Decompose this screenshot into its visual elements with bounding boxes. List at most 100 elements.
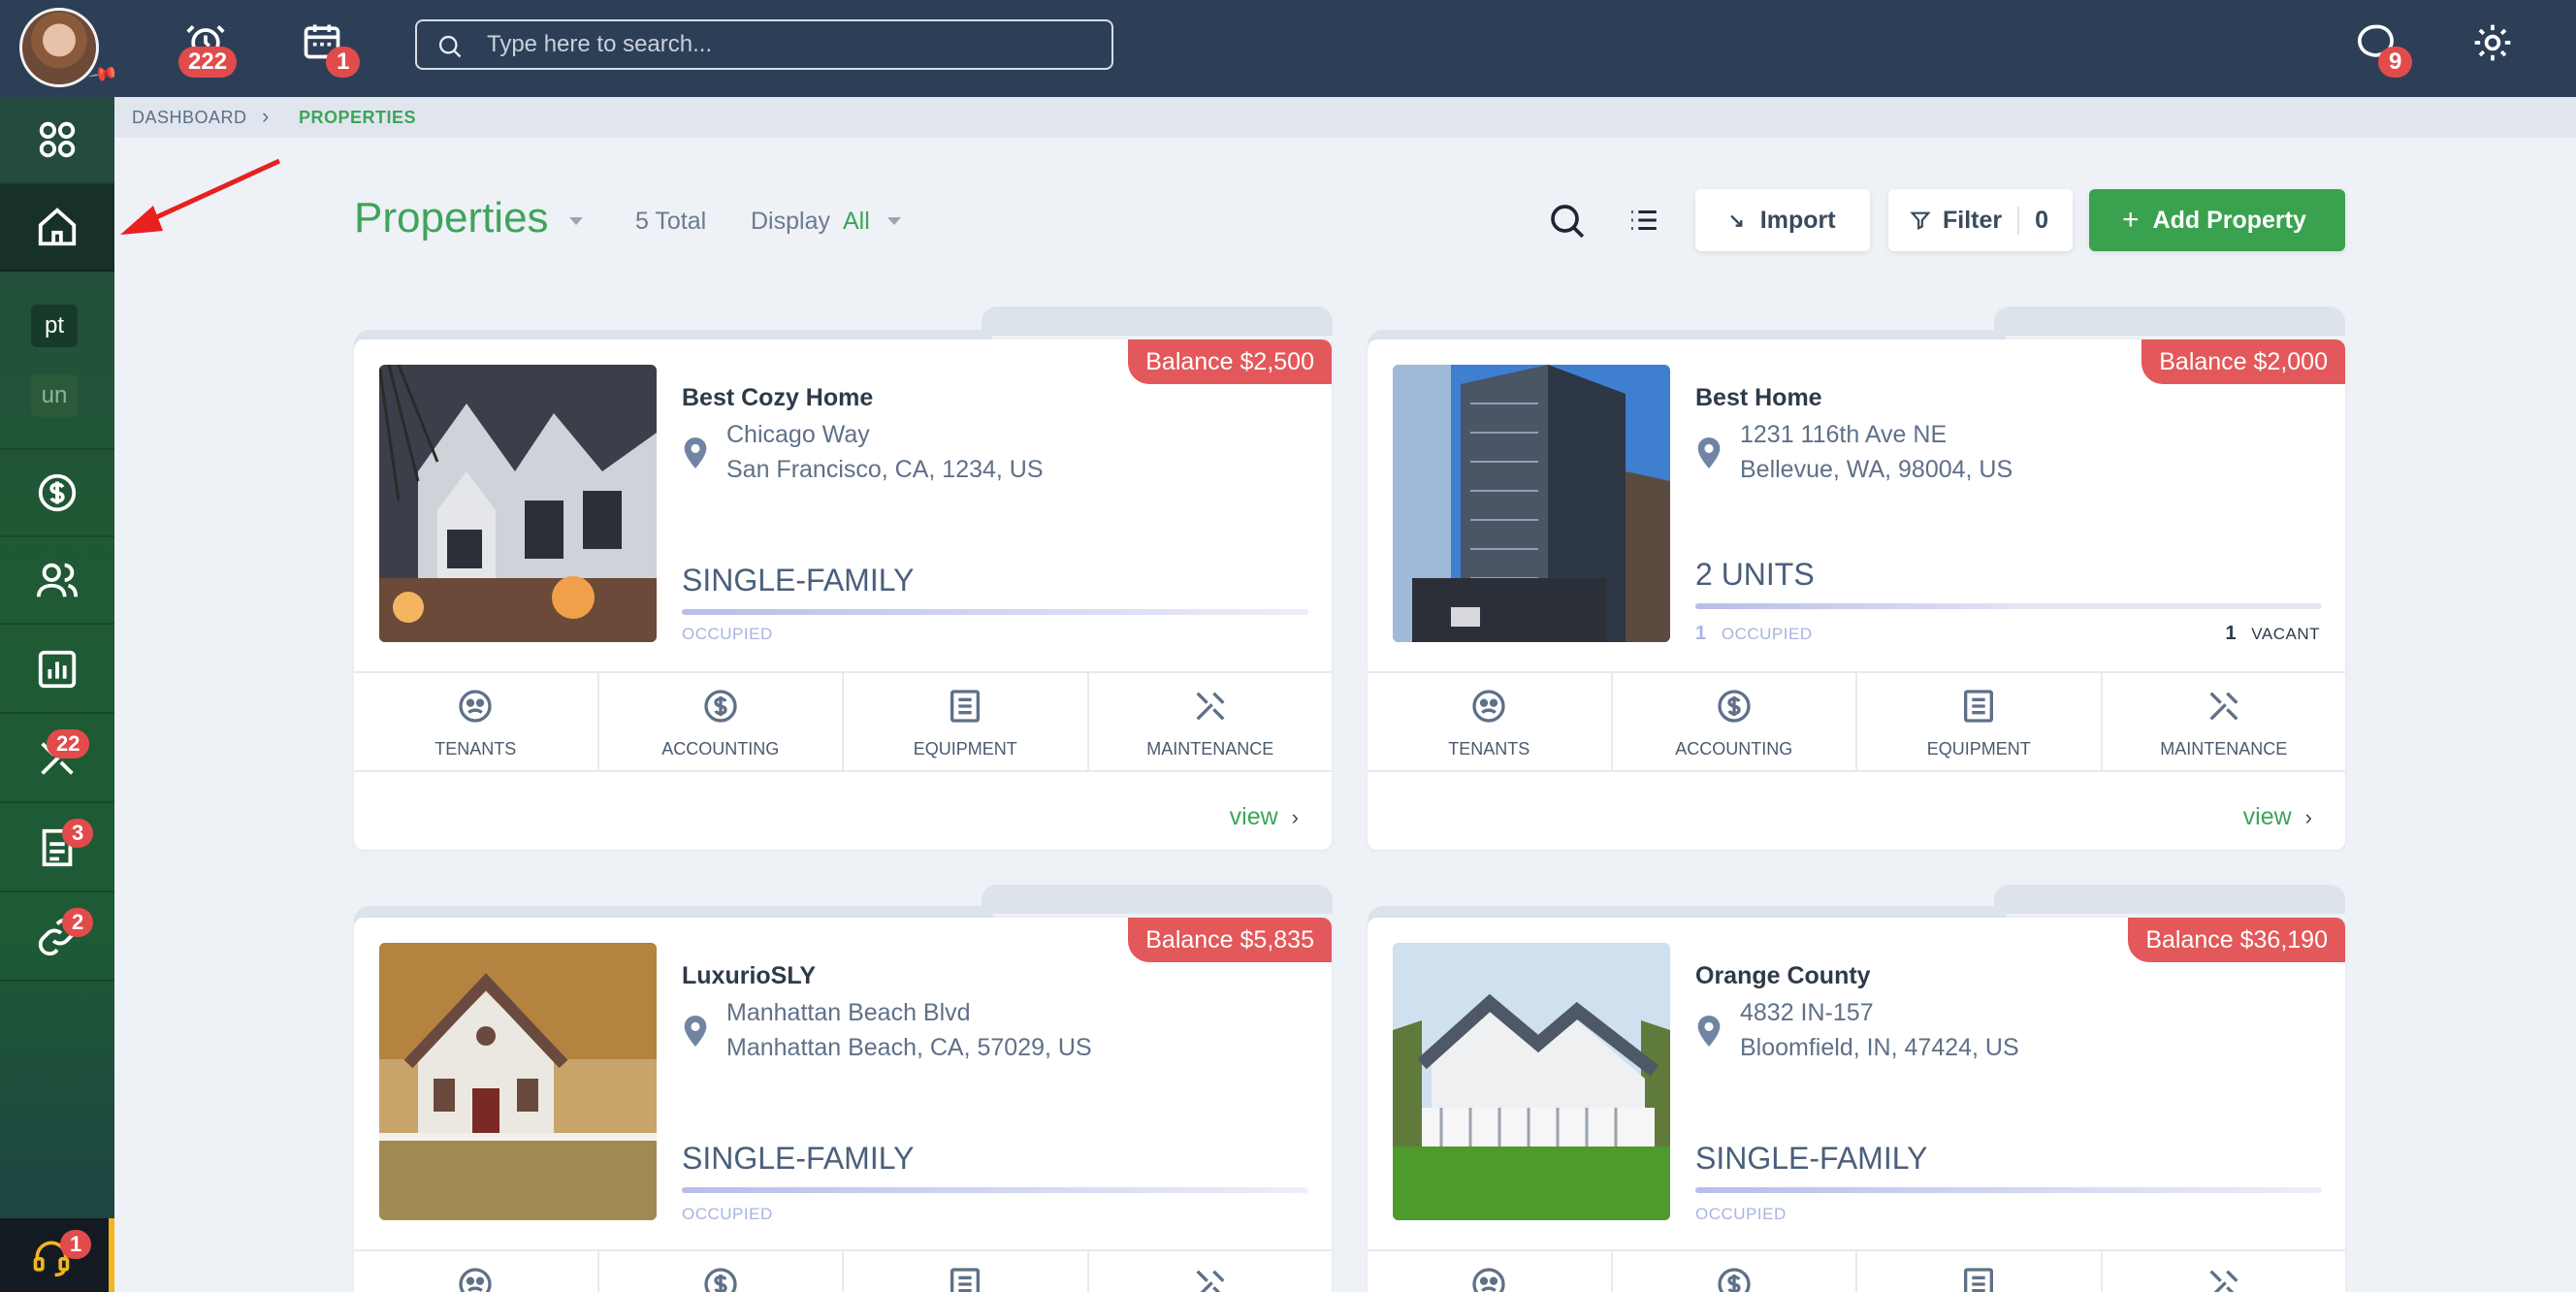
sidebar-item-accounting[interactable] <box>0 450 114 537</box>
equipment-list-icon <box>1964 690 1994 723</box>
tools-icon <box>1196 1270 1225 1292</box>
sidebar-item-apps[interactable] <box>0 97 114 184</box>
sidebar-item-home[interactable] <box>0 184 114 272</box>
title-dropdown-caret[interactable] <box>569 217 583 225</box>
tenants-face-icon <box>459 690 492 723</box>
list-view-icon[interactable] <box>1627 204 1660 242</box>
property-name[interactable]: Best Cozy Home <box>682 384 873 412</box>
tenants-face-icon <box>1472 690 1505 723</box>
accounting-button[interactable]: ACCOUNTING <box>1613 673 1857 770</box>
plus-icon: + <box>2122 204 2140 236</box>
maintenance-button[interactable]: MAINTENANCE <box>1089 673 1333 770</box>
sidebar-item-reports[interactable] <box>0 627 114 714</box>
tenants-button[interactable] <box>354 1251 599 1292</box>
property-name[interactable]: Orange County <box>1695 962 1871 990</box>
occupancy-bar <box>682 609 1308 615</box>
equipment-button[interactable] <box>844 1251 1089 1292</box>
address-line1: 1231 116th Ave NE <box>1740 421 1948 448</box>
vacant-summary: 1 VACANT <box>2225 623 2320 644</box>
balance-badge: Balance $36,190 <box>2128 918 2345 962</box>
card-actions: TENANTS ACCOUNTING EQUIPMENT MAINTENANCE <box>354 671 1332 772</box>
import-button[interactable]: ↘ Import <box>1695 189 1870 251</box>
property-type: SINGLE-FAMILY <box>682 563 915 598</box>
address-line2: San Francisco, CA, 1234, US <box>726 456 1044 483</box>
property-name[interactable]: LuxurioSLY <box>682 962 816 990</box>
tenants-face-icon <box>1472 1268 1505 1292</box>
address-line2: Bellevue, WA, 98004, US <box>1740 456 2013 483</box>
messages-count-badge: 9 <box>2378 47 2413 78</box>
property-photo[interactable] <box>379 365 657 642</box>
property-name[interactable]: Best Home <box>1695 384 1822 412</box>
apps-grid-icon <box>39 121 76 158</box>
equipment-list-icon <box>1964 1268 1994 1292</box>
address-line2: Bloomfield, IN, 47424, US <box>1740 1034 2019 1061</box>
view-link[interactable]: view › <box>2243 803 2312 831</box>
dollar-icon <box>704 1268 737 1292</box>
address-line2: Manhattan Beach, CA, 57029, US <box>726 1034 1092 1061</box>
card-tab <box>1994 307 2345 336</box>
search-box[interactable] <box>415 19 1113 70</box>
display-dropdown-caret[interactable] <box>887 217 901 225</box>
equipment-list-icon <box>950 1268 981 1292</box>
property-photo[interactable] <box>1393 365 1670 642</box>
page-title: Properties <box>354 194 549 242</box>
sidebar-item-people[interactable] <box>0 537 114 625</box>
equipment-button[interactable]: EQUIPMENT <box>1857 673 2103 770</box>
sidebar-chip-pt[interactable]: pt <box>31 305 78 347</box>
address-line1: Chicago Way <box>726 421 870 448</box>
view-link[interactable]: view › <box>1230 803 1299 831</box>
location-pin-icon <box>1697 437 1721 468</box>
maintenance-count-badge: 22 <box>47 729 90 759</box>
maintenance-button[interactable]: MAINTENANCE <box>2103 673 2346 770</box>
display-value[interactable]: All <box>843 208 870 236</box>
occupancy-status: OCCUPIED <box>1695 1205 1787 1223</box>
maintenance-button[interactable] <box>1089 1251 1333 1292</box>
property-card: Balance $5,835 LuxurioSLY Manhattan Beac… <box>354 918 1332 1292</box>
occupancy-status: OCCUPIED <box>682 625 773 643</box>
maintenance-button[interactable] <box>2103 1251 2346 1292</box>
property-type: 2 UNITS <box>1695 557 1815 592</box>
tenants-button[interactable]: TENANTS <box>354 673 599 770</box>
bar-chart-icon <box>38 650 77 689</box>
property-card: Balance $36,190 Orange County 4832 IN-15… <box>1368 918 2345 1292</box>
equipment-button[interactable]: EQUIPMENT <box>844 673 1089 770</box>
tools-icon <box>1196 692 1225 721</box>
links-count-badge: 2 <box>62 908 94 937</box>
property-photo[interactable] <box>379 943 657 1220</box>
card-actions <box>1368 1249 2345 1292</box>
search-toggle-icon[interactable] <box>1548 202 1587 245</box>
calendar-count-badge: 1 <box>326 47 361 78</box>
support-button[interactable]: 1 <box>0 1218 114 1292</box>
tools-icon <box>2209 1270 2238 1292</box>
people-icon <box>36 563 79 598</box>
breadcrumb-dashboard[interactable]: DASHBOARD <box>132 108 247 128</box>
tenants-button[interactable]: TENANTS <box>1368 673 1613 770</box>
property-card: Balance $2,000 Best Home 1231 116th Ave … <box>1368 339 2345 850</box>
add-property-button[interactable]: + Add Property <box>2089 189 2345 251</box>
annotation-arrow-home <box>120 158 281 235</box>
accounting-button[interactable] <box>1613 1251 1857 1292</box>
import-arrow-icon: ↘ <box>1728 210 1745 232</box>
equipment-list-icon <box>950 690 981 723</box>
equipment-button[interactable] <box>1857 1251 2103 1292</box>
search-input[interactable] <box>487 27 1088 62</box>
sidebar-item-documents[interactable] <box>0 805 114 892</box>
occupancy-bar <box>682 1187 1308 1193</box>
occupied-summary: 1 OCCUPIED <box>1695 623 1813 644</box>
total-count: 5 Total <box>635 208 707 235</box>
gear-icon[interactable] <box>2471 21 2514 69</box>
accounting-button[interactable] <box>599 1251 844 1292</box>
accounting-button[interactable]: ACCOUNTING <box>599 673 844 770</box>
card-actions <box>354 1249 1332 1292</box>
sidebar: pt un 22 3 2 <box>0 97 114 1292</box>
card-tab <box>982 885 1333 914</box>
chevron-right-icon: › <box>1291 805 1299 829</box>
tenants-button[interactable] <box>1368 1251 1613 1292</box>
sidebar-chip-un[interactable]: un <box>31 374 78 417</box>
sidebar-item-links[interactable] <box>0 894 114 982</box>
property-photo[interactable] <box>1393 943 1670 1220</box>
filter-button[interactable]: Filter 0 <box>1888 189 2073 251</box>
occupancy-status: OCCUPIED <box>682 1205 773 1223</box>
tools-icon <box>2209 692 2238 721</box>
card-tab <box>982 307 1333 336</box>
